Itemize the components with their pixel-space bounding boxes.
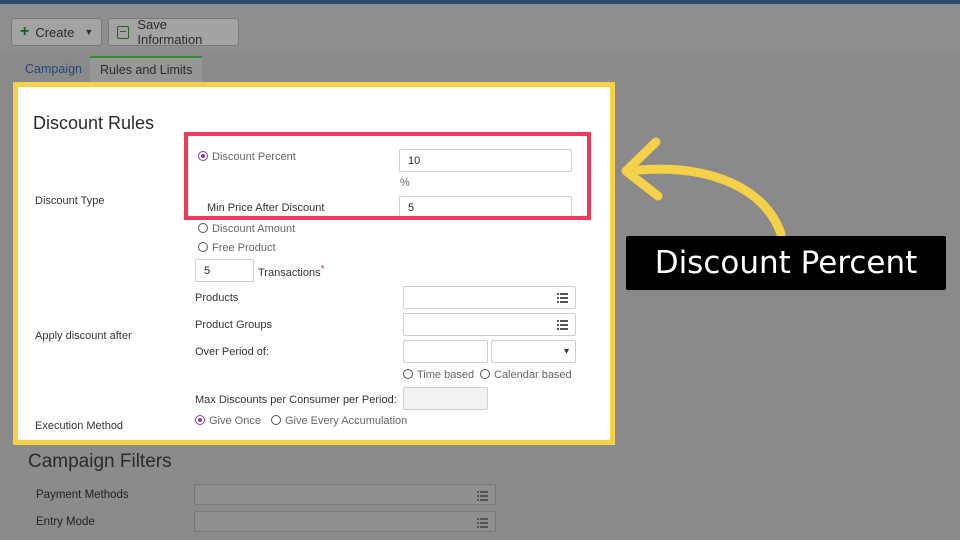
- payment-methods-select[interactable]: [194, 484, 496, 505]
- save-icon: [117, 25, 130, 39]
- create-button[interactable]: + Create ▼: [11, 18, 102, 46]
- tab-rules-and-limits[interactable]: Rules and Limits: [90, 56, 203, 82]
- calendar-based-option[interactable]: Calendar based: [480, 369, 572, 381]
- give-once-option[interactable]: Give Once: [195, 415, 261, 427]
- tab-campaign[interactable]: Campaign: [15, 56, 92, 82]
- max-discounts-input[interactable]: [403, 387, 488, 410]
- chevron-down-icon: ▾: [563, 346, 569, 357]
- products-label: Products: [195, 292, 239, 304]
- toolbar: + Create ▼ Save Information: [0, 4, 960, 52]
- campaign-filters-title: Campaign Filters: [28, 451, 172, 472]
- save-information-button[interactable]: Save Information: [108, 17, 239, 47]
- discount-rules-title: Discount Rules: [33, 113, 155, 133]
- over-period-input[interactable]: [403, 340, 488, 363]
- product-groups-label: Product Groups: [195, 319, 273, 331]
- time-based-radio-label: Time based: [417, 369, 475, 381]
- discount-amount-radio-label: Discount Amount: [212, 223, 296, 235]
- radio-icon[interactable]: [480, 369, 490, 379]
- calendar-based-radio-label: Calendar based: [494, 369, 572, 381]
- list-icon: [477, 518, 488, 528]
- max-discounts-label: Max Discounts per Consumer per Period:: [195, 394, 397, 406]
- tab-bar: Campaign Rules and Limits: [0, 52, 960, 82]
- callout-label: Discount Percent: [626, 236, 946, 290]
- products-select[interactable]: [403, 286, 576, 309]
- transactions-label-text: Transactions: [258, 267, 321, 279]
- apply-discount-after-label: Apply discount after: [35, 330, 132, 342]
- save-button-label: Save Information: [137, 17, 203, 47]
- time-based-option[interactable]: Time based: [403, 369, 474, 381]
- give-every-accumulation-option[interactable]: Give Every Accumulation: [271, 415, 407, 427]
- radio-selected-icon[interactable]: [195, 415, 205, 425]
- focus-highlight-box: [184, 132, 591, 220]
- chevron-down-icon[interactable]: ▼: [84, 27, 93, 37]
- entry-mode-select[interactable]: [194, 511, 496, 532]
- radio-icon[interactable]: [403, 369, 413, 379]
- give-once-radio-label: Give Once: [209, 415, 261, 427]
- transactions-label: Transactions*: [258, 264, 324, 279]
- give-every-radio-label: Give Every Accumulation: [285, 415, 408, 427]
- list-icon: [557, 320, 568, 330]
- transactions-input[interactable]: 5: [195, 259, 254, 282]
- free-product-radio-label: Free Product: [212, 242, 276, 254]
- over-period-label: Over Period of:: [195, 346, 269, 358]
- plus-icon: +: [20, 23, 30, 40]
- list-icon: [557, 293, 568, 303]
- discount-rules-panel: Discount Rules Discount Type Discount Pe…: [13, 82, 615, 445]
- create-button-label: Create: [35, 24, 75, 40]
- free-product-option[interactable]: Free Product: [198, 242, 276, 254]
- entry-mode-label: Entry Mode: [36, 516, 95, 528]
- payment-methods-label: Payment Methods: [36, 489, 129, 501]
- over-period-unit-select[interactable]: ▾: [491, 340, 576, 363]
- radio-icon[interactable]: [271, 415, 281, 425]
- curved-arrow-icon: [621, 137, 786, 239]
- discount-amount-option[interactable]: Discount Amount: [198, 223, 295, 235]
- list-icon: [477, 491, 488, 501]
- radio-icon[interactable]: [198, 223, 208, 233]
- discount-type-label: Discount Type: [35, 195, 105, 207]
- execution-method-label: Execution Method: [35, 420, 124, 432]
- radio-icon[interactable]: [198, 242, 208, 252]
- required-marker: *: [320, 264, 325, 275]
- product-groups-select[interactable]: [403, 313, 576, 336]
